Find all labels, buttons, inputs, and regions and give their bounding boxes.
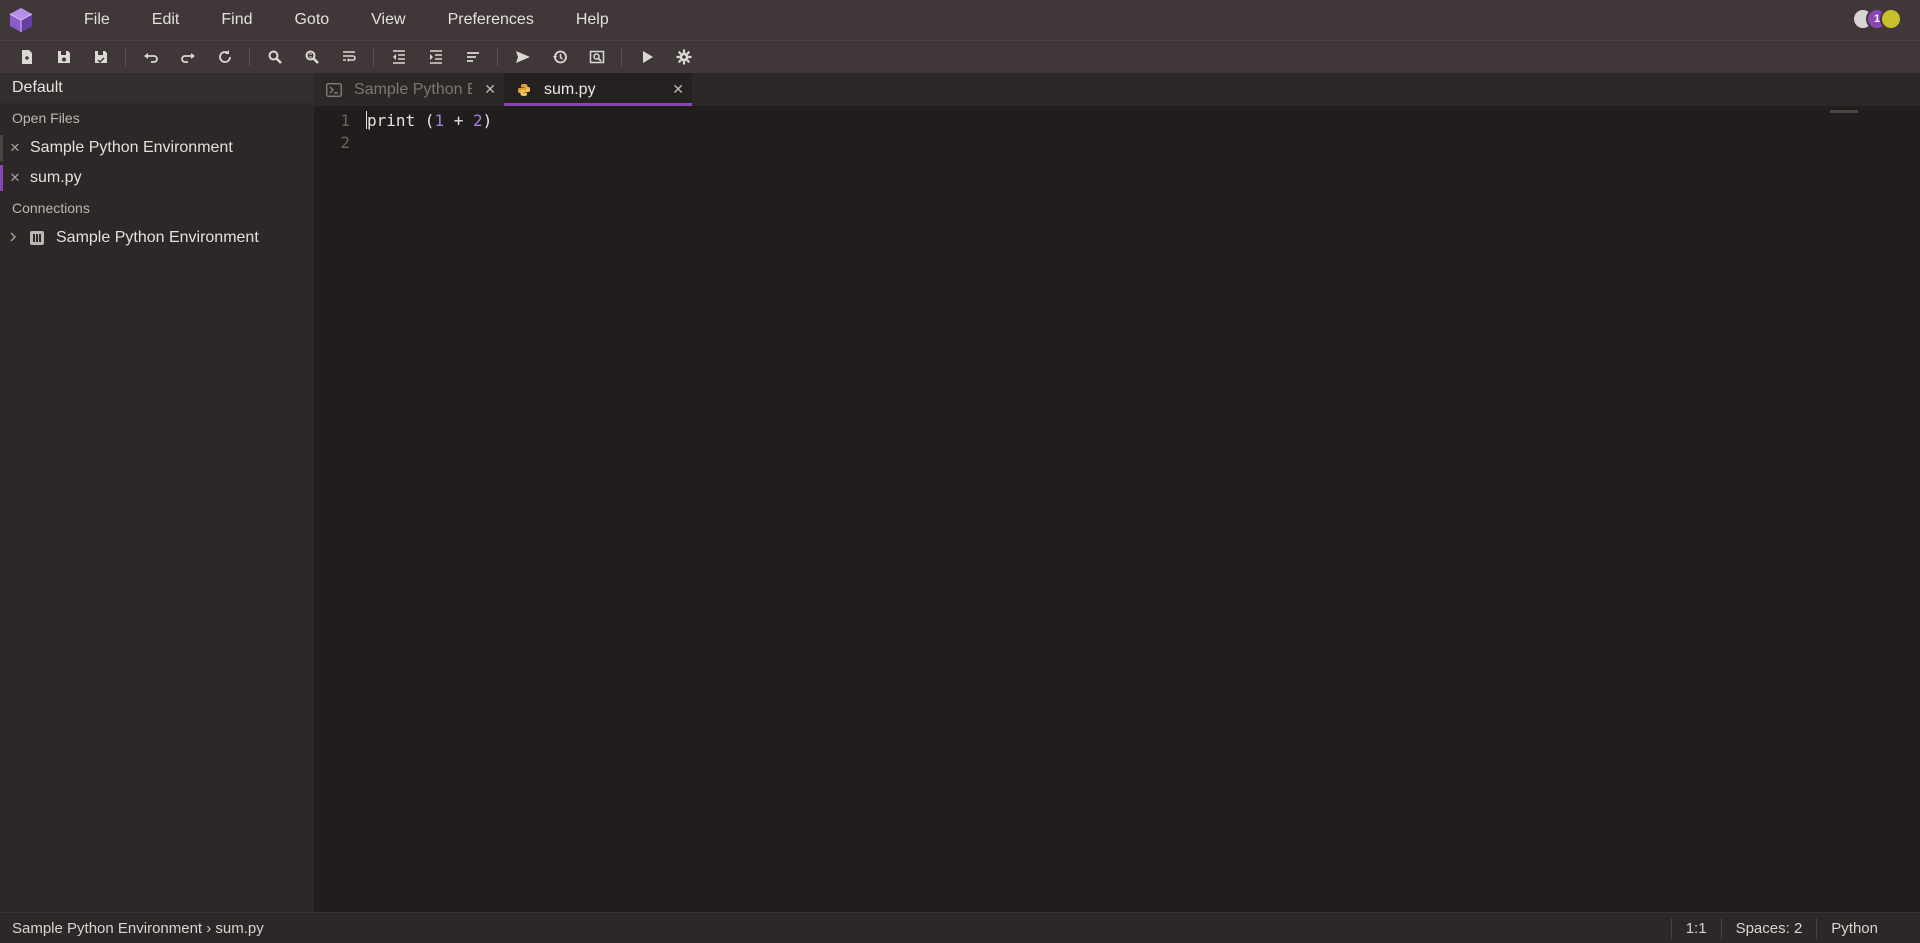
- app-logo-icon: [9, 8, 33, 32]
- language-mode[interactable]: Python: [1816, 917, 1920, 939]
- save-icon: [57, 51, 70, 63]
- close-icon[interactable]: ✕: [0, 163, 30, 193]
- database-icon: [30, 231, 44, 245]
- send-icon: [515, 51, 530, 63]
- code-number: 2: [472, 111, 483, 130]
- toolbar-divider: [125, 48, 126, 66]
- menu-bar: File Edit Find Goto View Preferences Hel…: [0, 0, 1920, 40]
- save-all-button[interactable]: [82, 42, 119, 72]
- new-file-icon: [21, 50, 32, 64]
- history-icon: [552, 50, 567, 64]
- redo-icon: [180, 53, 195, 63]
- open-file-item[interactable]: ✕ Sample Python Environment: [0, 133, 314, 163]
- undo-icon: [143, 53, 158, 63]
- minimap[interactable]: [1830, 110, 1858, 113]
- code-line[interactable]: print (1 + 2): [366, 110, 492, 132]
- indent-left-icon: [392, 50, 405, 64]
- search-button[interactable]: [256, 42, 293, 72]
- preview-icon: [589, 50, 604, 64]
- open-files-header: Open Files: [12, 110, 80, 126]
- save-button[interactable]: [45, 42, 82, 72]
- menu-find[interactable]: Find: [200, 0, 273, 40]
- redo-button[interactable]: [169, 42, 206, 72]
- settings-button[interactable]: [665, 42, 702, 72]
- breadcrumb: Sample Python Environment › sum.py: [12, 919, 264, 937]
- menu-edit[interactable]: Edit: [131, 0, 201, 40]
- sidebar: Default Open Files ✕ Sample Python Envir…: [0, 73, 314, 912]
- tab-label[interactable]: Sample Python E: [354, 81, 472, 99]
- run-button[interactable]: [628, 42, 665, 72]
- code-punct: ): [482, 111, 493, 130]
- connection-label[interactable]: Sample Python Environment: [56, 229, 259, 247]
- tab-label[interactable]: sum.py: [544, 81, 596, 99]
- close-icon[interactable]: ✕: [672, 81, 684, 98]
- code-content[interactable]: print (1 + 2): [366, 110, 492, 154]
- format-button[interactable]: [454, 42, 491, 72]
- search-replace-icon: [305, 50, 319, 64]
- tab-bar: Sample Python E ✕ sum.py ✕: [314, 73, 1920, 106]
- terminal-icon: [324, 80, 344, 100]
- cursor-position[interactable]: 1:1: [1670, 917, 1721, 939]
- format-icon: [466, 52, 479, 62]
- send-button[interactable]: [504, 42, 541, 72]
- new-file-button[interactable]: [8, 42, 45, 72]
- code-editor[interactable]: 1 2 print (1 + 2): [314, 106, 1920, 912]
- outdent-button[interactable]: [380, 42, 417, 72]
- save-all-icon: [94, 51, 107, 64]
- toolbar-divider: [497, 48, 498, 66]
- user-avatars[interactable]: 1: [1852, 8, 1902, 30]
- code-punct: (: [415, 111, 435, 130]
- code-operator: +: [444, 111, 473, 130]
- undo-button[interactable]: [132, 42, 169, 72]
- open-file-label[interactable]: Sample Python Environment: [30, 133, 233, 163]
- tab-sample-python-environment[interactable]: Sample Python E ✕: [314, 73, 504, 106]
- word-wrap-button[interactable]: [330, 42, 367, 72]
- menu-help[interactable]: Help: [555, 0, 630, 40]
- indentation-setting[interactable]: Spaces: 2: [1720, 917, 1817, 939]
- menu-file[interactable]: File: [54, 0, 131, 40]
- indent-button[interactable]: [417, 42, 454, 72]
- toolbar-divider: [621, 48, 622, 66]
- menu-view[interactable]: View: [350, 0, 426, 40]
- refresh-button[interactable]: [206, 42, 243, 72]
- connections-header: Connections: [12, 200, 90, 216]
- code-line[interactable]: [366, 132, 492, 154]
- close-icon[interactable]: ✕: [484, 81, 496, 98]
- tab-sum-py[interactable]: sum.py ✕: [504, 73, 692, 106]
- open-file-item[interactable]: ✕ sum.py: [0, 163, 314, 193]
- python-icon: [514, 80, 534, 100]
- line-number-gutter: 1 2: [314, 110, 350, 154]
- wrap-icon: [342, 51, 356, 62]
- toolbar-divider: [249, 48, 250, 66]
- indent-right-icon: [429, 50, 442, 64]
- search-icon: [268, 50, 282, 64]
- line-number: 1: [340, 111, 350, 130]
- menu-preferences[interactable]: Preferences: [427, 0, 555, 40]
- toolbar: [0, 40, 1920, 73]
- settings-icon: [676, 49, 691, 65]
- code-keyword: print: [367, 111, 416, 130]
- close-icon[interactable]: ✕: [0, 133, 30, 163]
- menu-goto[interactable]: Goto: [273, 0, 350, 40]
- workspace-selector[interactable]: Default: [0, 73, 314, 103]
- avatar[interactable]: [1880, 8, 1902, 30]
- toolbar-divider: [373, 48, 374, 66]
- history-button[interactable]: [541, 42, 578, 72]
- search-replace-button[interactable]: [293, 42, 330, 72]
- preview-button[interactable]: [578, 42, 615, 72]
- chevron-right-icon[interactable]: [8, 231, 20, 246]
- connection-item[interactable]: Sample Python Environment: [0, 223, 314, 253]
- status-bar: Sample Python Environment › sum.py 1:1 S…: [0, 912, 1920, 943]
- run-icon: [642, 51, 653, 63]
- line-number: 2: [340, 133, 350, 152]
- refresh-icon: [218, 50, 231, 63]
- open-file-label[interactable]: sum.py: [30, 163, 82, 193]
- code-number: 1: [434, 111, 445, 130]
